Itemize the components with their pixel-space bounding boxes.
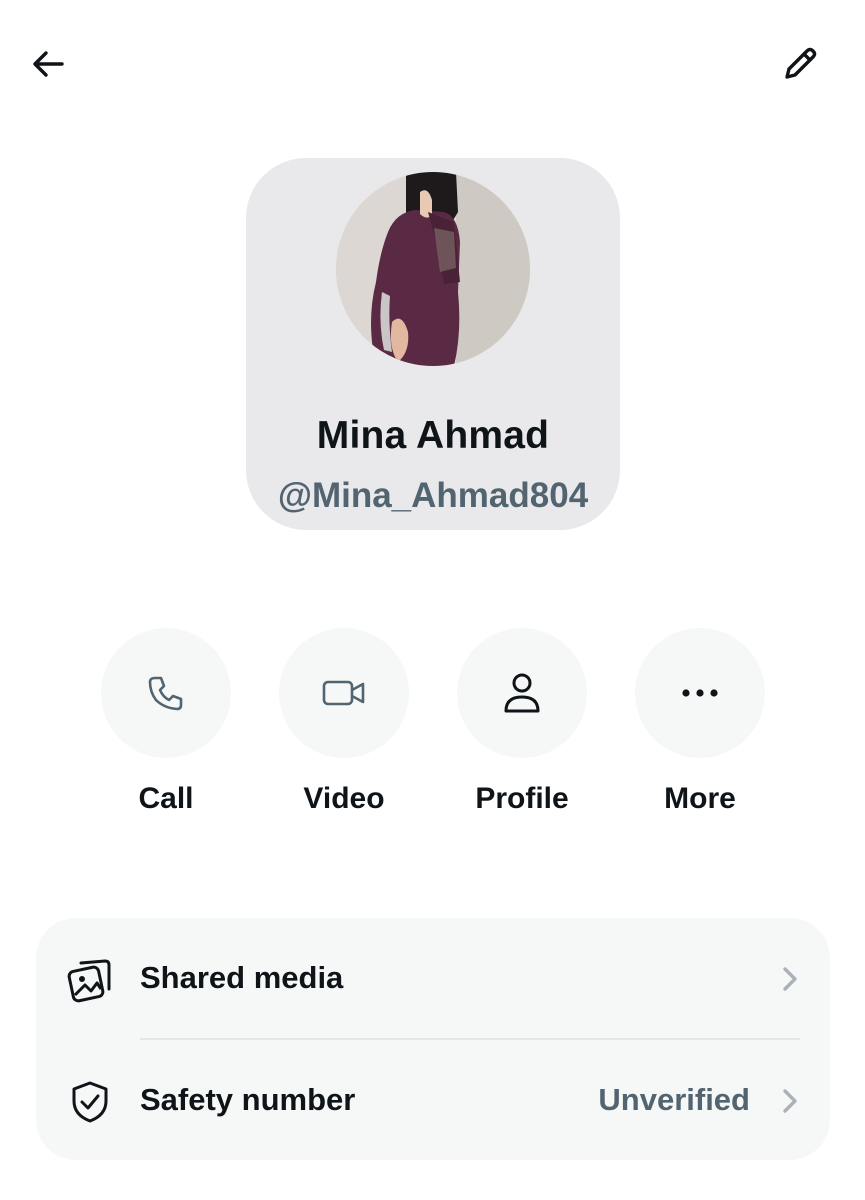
safety-number-label: Safety number — [140, 1082, 356, 1117]
pencil-icon — [785, 47, 817, 79]
profile-circle[interactable] — [457, 628, 587, 758]
more-circle[interactable] — [635, 628, 765, 758]
video-circle[interactable] — [279, 628, 409, 758]
conversation-settings-list: Shared media Safety number Unverified — [36, 918, 830, 1160]
back-button[interactable] — [16, 32, 80, 96]
media-gallery-icon — [66, 956, 114, 1004]
chevron-right-icon — [783, 967, 797, 991]
more-label: More — [664, 782, 736, 815]
safety-number-status: Unverified — [598, 1082, 750, 1117]
video-label: Video — [303, 782, 385, 815]
more-dots-icon — [682, 689, 718, 697]
phone-icon — [148, 676, 183, 711]
profile-photo — [336, 172, 530, 366]
safety-number-row[interactable]: Safety number Unverified — [36, 1040, 830, 1160]
back-arrow-icon — [33, 51, 64, 77]
chevron-right-icon — [783, 1089, 797, 1113]
edit-button[interactable] — [768, 32, 832, 96]
shared-media-row[interactable]: Shared media — [36, 918, 830, 1038]
shared-media-label: Shared media — [140, 960, 344, 995]
avatar[interactable] — [336, 172, 530, 366]
video-camera-icon — [322, 680, 365, 706]
call-label: Call — [138, 782, 194, 815]
shield-check-icon — [66, 1078, 114, 1126]
profile-card: Mina Ahmad @Mina_Ahmad804 — [246, 158, 620, 530]
username-handle: @Mina_Ahmad804 — [277, 476, 589, 515]
call-button[interactable]: Call — [91, 628, 241, 828]
call-circle[interactable] — [101, 628, 231, 758]
video-button[interactable]: Video — [269, 628, 419, 828]
display-name: Mina Ahmad — [316, 414, 550, 457]
more-button[interactable]: More — [625, 628, 775, 828]
profile-button[interactable]: Profile — [447, 628, 597, 828]
person-icon — [504, 673, 540, 713]
profile-label: Profile — [475, 782, 569, 815]
